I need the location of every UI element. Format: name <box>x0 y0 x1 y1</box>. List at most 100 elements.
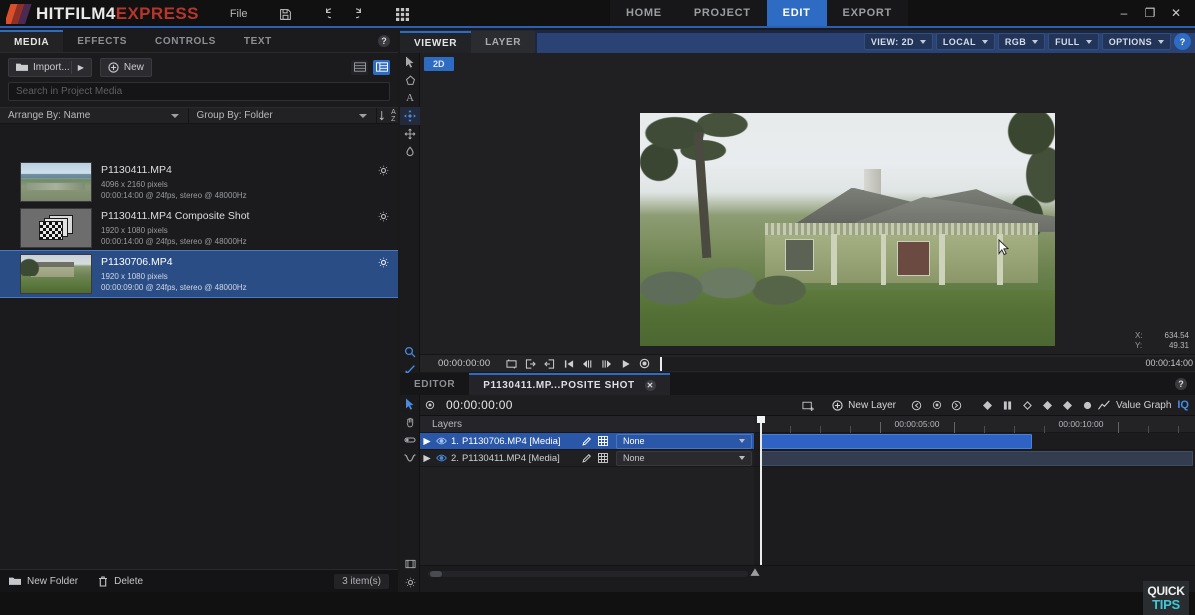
pen-tool-icon[interactable] <box>400 71 420 89</box>
help-icon[interactable]: ? <box>378 35 390 47</box>
viewer-scrubber[interactable]: 00:00:14:00 <box>660 356 1195 371</box>
media-list-item-selected[interactable]: P1130706.MP4 1920 x 1080 pixels 00:00:09… <box>0 250 398 298</box>
maximize-button[interactable]: ❐ <box>1137 0 1163 26</box>
transparency-grid-icon[interactable] <box>598 453 608 463</box>
zoom-tool-icon[interactable] <box>400 343 420 361</box>
nav-tab-home[interactable]: HOME <box>610 0 678 26</box>
viewer-stage[interactable]: 2D X: 634.54 Y: 49.31 <box>420 53 1195 354</box>
timeline-layer-row[interactable]: ▶ 2. P1130411.MP4 [Media] None <box>420 450 754 467</box>
media-list-item[interactable]: P1130411.MP4 4096 x 2160 pixels 00:00:14… <box>0 159 398 205</box>
filmstrip-icon[interactable] <box>400 555 420 573</box>
curve-tool-icon[interactable] <box>400 449 420 467</box>
color-picker-icon[interactable] <box>400 143 420 161</box>
keyframe-smooth-icon[interactable] <box>1058 396 1078 414</box>
move-tool-icon[interactable] <box>400 125 420 143</box>
timeline-horizontal-scrollbar[interactable] <box>428 571 748 577</box>
timeline-timecode[interactable]: 00:00:00:00 <box>446 398 513 412</box>
chevron-right-icon[interactable]: ▶ <box>78 63 84 72</box>
tab-text[interactable]: TEXT <box>230 30 286 52</box>
arrange-by-select[interactable]: Arrange By: Name <box>0 108 188 123</box>
visibility-icon[interactable] <box>434 454 448 462</box>
delete-button[interactable]: Delete <box>98 576 143 587</box>
help-icon[interactable]: ? <box>1174 33 1191 50</box>
tab-viewer[interactable]: VIEWER <box>400 31 472 53</box>
scrollbar-thumb[interactable] <box>430 571 442 577</box>
add-keyframe-icon[interactable] <box>927 396 947 414</box>
next-keyframe-icon[interactable] <box>947 396 967 414</box>
expand-arrow-icon[interactable]: ▶ <box>420 453 434 464</box>
value-graph-button[interactable]: Value Graph <box>1098 400 1171 411</box>
new-folder-button[interactable]: New Folder <box>9 576 78 587</box>
save-icon[interactable] <box>277 6 294 23</box>
coordinate-space-select[interactable]: LOCAL <box>935 33 995 50</box>
record-icon[interactable] <box>635 356 654 372</box>
iq-button[interactable]: IQ <box>1177 399 1189 411</box>
timeline-playhead[interactable] <box>757 416 765 565</box>
list-view-icon[interactable] <box>351 59 368 75</box>
loop-icon[interactable] <box>502 356 521 372</box>
keyframe-linear-icon[interactable] <box>978 396 998 414</box>
options-select[interactable]: OPTIONS <box>1101 33 1171 50</box>
text-tool-icon[interactable]: A <box>400 89 420 107</box>
set-in-point-icon[interactable] <box>521 356 540 372</box>
timeline-layer-row[interactable]: ▶ 1. P1130706.MP4 [Media] None <box>420 433 754 450</box>
new-button[interactable]: New <box>99 57 152 77</box>
blend-mode-select[interactable]: None <box>616 433 752 449</box>
transparency-grid-icon[interactable] <box>598 436 608 446</box>
edit-pencil-icon[interactable] <box>582 453 592 463</box>
new-layer-button[interactable]: New Layer <box>832 400 896 411</box>
quality-select[interactable]: FULL <box>1048 33 1099 50</box>
keyframe-toggle-icon[interactable] <box>420 396 440 414</box>
timeline-zoom-control[interactable] <box>750 568 760 577</box>
search-input[interactable]: Search in Project Media <box>8 82 390 101</box>
blend-mode-select[interactable]: None <box>616 450 752 466</box>
step-back-icon[interactable] <box>578 356 597 372</box>
visibility-icon[interactable] <box>434 437 448 445</box>
close-button[interactable]: ✕ <box>1163 0 1189 26</box>
step-forward-icon[interactable] <box>597 356 616 372</box>
timeline-ruler[interactable]: 00:00:05:00 00:00:10:00 <box>754 416 1195 433</box>
timeline-clip[interactable] <box>760 451 1193 466</box>
close-icon[interactable]: ✕ <box>644 379 656 391</box>
select-tool-icon[interactable] <box>400 53 420 71</box>
media-list[interactable]: P1130411.MP4 4096 x 2160 pixels 00:00:14… <box>0 159 398 593</box>
nav-tab-export[interactable]: EXPORT <box>826 0 908 26</box>
minimize-button[interactable]: – <box>1111 0 1137 26</box>
set-out-point-icon[interactable] <box>540 356 559 372</box>
tab-controls[interactable]: CONTROLS <box>141 30 230 52</box>
tab-composite-shot[interactable]: P1130411.MP...POSITE SHOT ✕ <box>469 373 670 395</box>
tab-media[interactable]: MEDIA <box>0 30 64 52</box>
help-icon[interactable]: ? <box>1175 378 1187 390</box>
nav-tab-edit[interactable]: EDIT <box>766 0 827 26</box>
file-menu[interactable]: File <box>223 5 255 23</box>
channel-select[interactable]: RGB <box>997 33 1046 50</box>
previous-keyframe-icon[interactable] <box>907 396 927 414</box>
keyframe-half-icon[interactable] <box>1078 396 1098 414</box>
expand-arrow-icon[interactable]: ▶ <box>420 436 434 447</box>
keyframe-hold-icon[interactable] <box>998 396 1018 414</box>
nav-tab-project[interactable]: PROJECT <box>677 0 767 26</box>
tab-layer[interactable]: LAYER <box>471 31 536 53</box>
gear-icon[interactable] <box>378 165 389 176</box>
keyframe-bezier-icon[interactable] <box>1038 396 1058 414</box>
grid-icon[interactable] <box>394 6 411 23</box>
viewport-2d-badge[interactable]: 2D <box>424 57 454 71</box>
hand-tool-icon[interactable] <box>400 413 420 431</box>
media-list-item[interactable]: P1130411.MP4 Composite Shot 1920 x 1080 … <box>0 205 398 251</box>
gear-icon[interactable] <box>400 573 420 591</box>
import-button[interactable]: Import... ▶ <box>8 57 92 77</box>
add-media-icon[interactable] <box>798 396 818 414</box>
timeline-clip[interactable] <box>760 434 1032 449</box>
gear-icon[interactable] <box>378 257 389 268</box>
edit-pencil-icon[interactable] <box>582 436 592 446</box>
gear-icon[interactable] <box>378 211 389 222</box>
transform-tool-icon[interactable] <box>400 107 420 125</box>
play-icon[interactable] <box>616 356 635 372</box>
keyframe-ease-icon[interactable] <box>1018 396 1038 414</box>
tab-editor[interactable]: EDITOR <box>400 373 469 395</box>
timeline-tracks[interactable]: 00:00:05:00 00:00:10:00 <box>754 416 1195 565</box>
viewer-timecode[interactable]: 00:00:00:00 <box>438 358 490 369</box>
tab-effects[interactable]: EFFECTS <box>63 30 141 52</box>
go-to-start-icon[interactable] <box>559 356 578 372</box>
sort-order-icon[interactable]: AZ <box>376 108 398 123</box>
